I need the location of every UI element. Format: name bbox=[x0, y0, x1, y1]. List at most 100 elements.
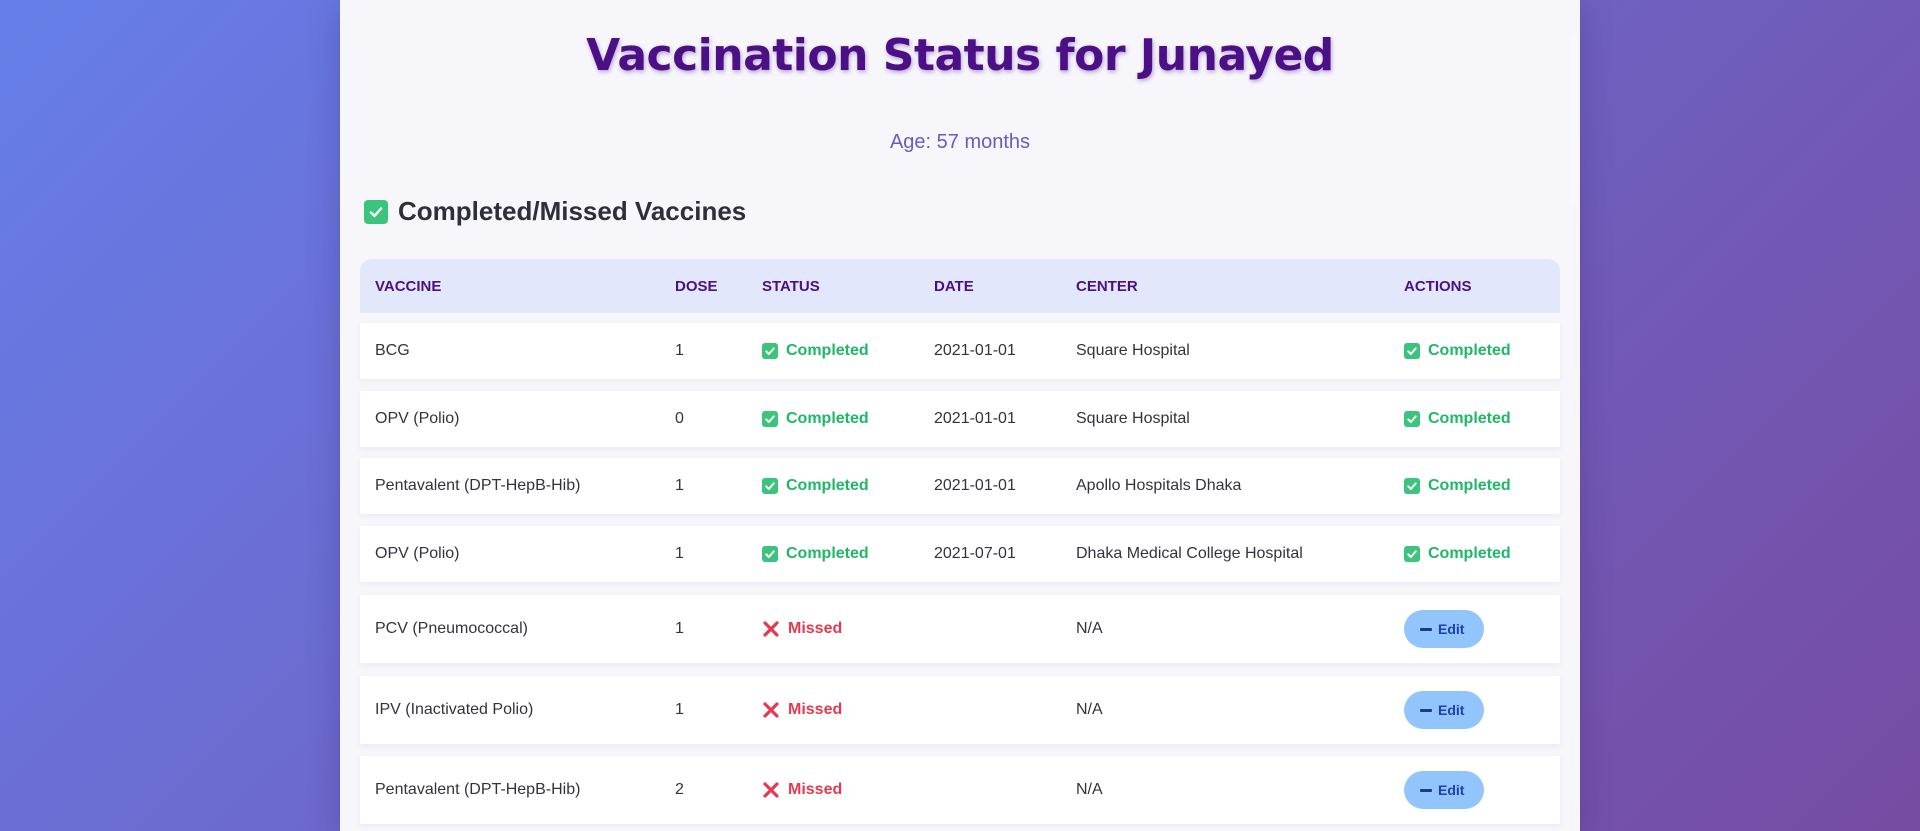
cell-center: Square Hospital bbox=[1076, 410, 1190, 427]
status-missed: Missed bbox=[762, 620, 842, 638]
header-status: STATUS bbox=[762, 277, 820, 295]
table-row: BCG 1 Completed 2021-01-01 Square Hospital Co… bbox=[360, 323, 1560, 379]
status-text: Completed bbox=[786, 410, 869, 427]
action-completed: Completed bbox=[1404, 545, 1511, 563]
cell-center: Square Hospital bbox=[1076, 342, 1190, 359]
status-text: Completed bbox=[786, 477, 869, 494]
cell-vaccine: PCV (Pneumococcal) bbox=[375, 620, 528, 637]
table-row: IPV (Inactivated Polio) 1 Missed N/A Edit bbox=[360, 676, 1560, 744]
header-dose: DOSE bbox=[675, 277, 718, 295]
cell-status: Completed bbox=[762, 391, 869, 447]
checkbox-icon bbox=[762, 546, 778, 562]
cell-date: 2021-01-01 bbox=[934, 342, 1016, 359]
status-text: Completed bbox=[786, 342, 869, 359]
cell-actions: Completed bbox=[1404, 323, 1511, 379]
action-text: Completed bbox=[1428, 545, 1511, 562]
checkbox-icon bbox=[762, 343, 778, 359]
table-row: OPV (Polio) 0 Completed 2021-01-01 Square Ho… bbox=[360, 391, 1560, 447]
cell-dose: 0 bbox=[675, 410, 684, 427]
cell-vaccine: Pentavalent (DPT-HepB-Hib) bbox=[375, 781, 581, 798]
table-header: VACCINE DOSE STATUS DATE CENTER ACTIONS bbox=[360, 259, 1560, 313]
cell-vaccine: Pentavalent (DPT-HepB-Hib) bbox=[375, 477, 581, 494]
edit-button[interactable]: Edit bbox=[1404, 610, 1485, 648]
cell-date: 2021-01-01 bbox=[934, 410, 1016, 427]
checkbox-icon bbox=[762, 411, 778, 427]
cell-actions: Completed bbox=[1404, 391, 1511, 447]
cell-status: Completed bbox=[762, 458, 869, 514]
checkbox-icon bbox=[1404, 343, 1420, 359]
cell-center: N/A bbox=[1076, 701, 1103, 718]
cell-actions: Edit bbox=[1404, 756, 1485, 824]
status-missed: Missed bbox=[762, 781, 842, 799]
action-completed: Completed bbox=[1404, 342, 1511, 360]
header-center: CENTER bbox=[1076, 277, 1138, 295]
header-actions: ACTIONS bbox=[1404, 277, 1472, 295]
minus-icon bbox=[1420, 708, 1432, 712]
minus-icon bbox=[1420, 627, 1432, 631]
checkbox-icon bbox=[364, 199, 388, 224]
cross-icon bbox=[762, 620, 780, 638]
page-title: Vaccination Status for Junayed bbox=[586, 30, 1334, 81]
status-completed: Completed bbox=[762, 342, 869, 360]
action-text: Completed bbox=[1428, 342, 1511, 359]
action-completed: Completed bbox=[1404, 410, 1511, 428]
cell-vaccine: IPV (Inactivated Polio) bbox=[375, 701, 534, 718]
edit-button-label: Edit bbox=[1438, 782, 1465, 798]
status-text: Missed bbox=[788, 701, 843, 718]
status-completed: Completed bbox=[762, 477, 869, 495]
table-row: OPV (Polio) 1 Completed 2021-07-01 Dhaka Med… bbox=[360, 526, 1560, 582]
cell-dose: 1 bbox=[675, 477, 684, 494]
cell-date: 2021-07-01 bbox=[934, 545, 1016, 562]
edit-button-label: Edit bbox=[1438, 702, 1465, 718]
section-title: Completed/Missed Vaccines bbox=[398, 196, 747, 226]
cell-status: Completed bbox=[762, 323, 869, 379]
header-date: DATE bbox=[934, 277, 974, 295]
checkbox-icon bbox=[1404, 546, 1420, 562]
cell-status: Missed bbox=[762, 676, 842, 744]
action-completed: Completed bbox=[1404, 477, 1511, 495]
cell-status: Missed bbox=[762, 595, 842, 663]
cell-status: Missed bbox=[762, 756, 842, 824]
table-row: Pentavalent (DPT-HepB-Hib) 2 Missed N/A Edit bbox=[360, 756, 1560, 824]
status-completed: Completed bbox=[762, 410, 869, 428]
cell-status: Completed bbox=[762, 526, 869, 582]
cell-center: Apollo Hospitals Dhaka bbox=[1076, 477, 1242, 494]
main-card: Vaccination Status for Junayed Age: 57 m… bbox=[340, 0, 1580, 831]
cell-vaccine: BCG bbox=[375, 342, 410, 359]
age-label: Age: 57 months bbox=[889, 131, 1031, 153]
cell-dose: 1 bbox=[675, 701, 684, 718]
status-text: Missed bbox=[788, 620, 843, 637]
cell-actions: Completed bbox=[1404, 526, 1511, 582]
checkbox-icon bbox=[1404, 478, 1420, 494]
cell-center: Dhaka Medical College Hospital bbox=[1076, 545, 1303, 562]
checkbox-icon bbox=[762, 478, 778, 494]
edit-button[interactable]: Edit bbox=[1404, 771, 1485, 809]
cell-dose: 1 bbox=[675, 545, 684, 562]
cell-actions: Edit bbox=[1404, 676, 1485, 744]
header-vaccine: VACCINE bbox=[375, 277, 442, 295]
cross-icon bbox=[762, 781, 780, 799]
status-text: Missed bbox=[788, 781, 843, 798]
vaccine-table: VACCINE DOSE STATUS DATE CENTER ACTIONS … bbox=[360, 250, 1560, 824]
action-text: Completed bbox=[1428, 477, 1511, 494]
cell-actions: Edit bbox=[1404, 595, 1485, 663]
cell-dose: 1 bbox=[675, 342, 684, 359]
status-completed: Completed bbox=[762, 545, 869, 563]
scrollbar[interactable] bbox=[1566, 0, 1580, 831]
edit-button-label: Edit bbox=[1438, 621, 1465, 637]
minus-icon bbox=[1420, 788, 1432, 792]
cell-center: N/A bbox=[1076, 620, 1103, 637]
edit-button[interactable]: Edit bbox=[1404, 691, 1485, 729]
cell-dose: 2 bbox=[675, 781, 684, 798]
cell-actions: Completed bbox=[1404, 458, 1511, 514]
scrollbar-thumb[interactable] bbox=[1571, 36, 1577, 206]
cross-icon bbox=[762, 701, 780, 719]
checkbox-icon bbox=[1404, 411, 1420, 427]
cell-center: N/A bbox=[1076, 781, 1103, 798]
table-row: Pentavalent (DPT-HepB-Hib) 1 Completed 2021… bbox=[360, 458, 1560, 514]
status-missed: Missed bbox=[762, 701, 842, 719]
cell-dose: 1 bbox=[675, 620, 684, 637]
status-text: Completed bbox=[786, 545, 869, 562]
cell-vaccine: OPV (Polio) bbox=[375, 545, 460, 562]
action-text: Completed bbox=[1428, 410, 1511, 427]
